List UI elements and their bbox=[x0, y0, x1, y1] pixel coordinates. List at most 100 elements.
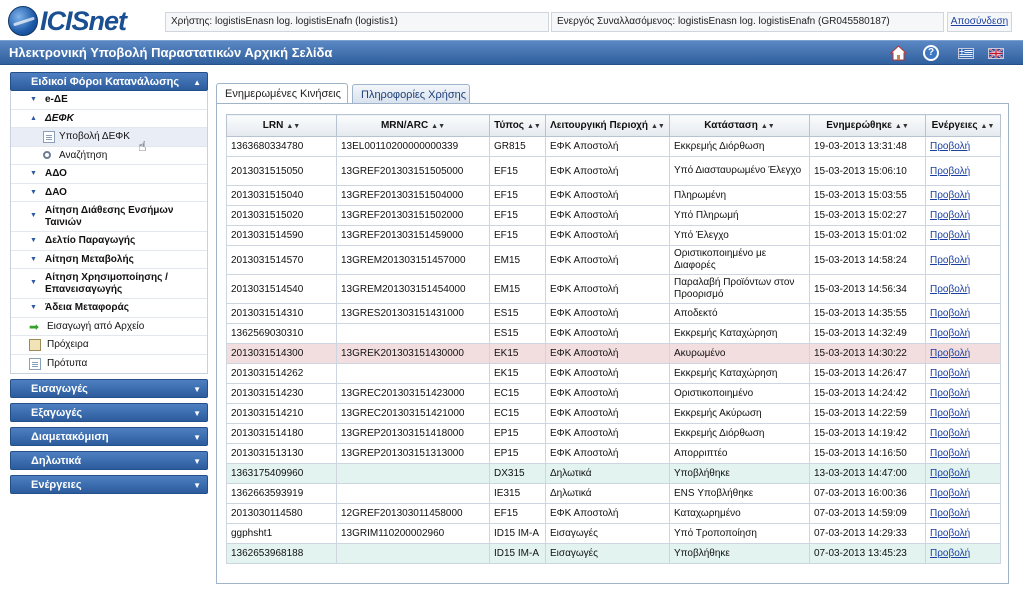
sidebar-item-templates[interactable]: Πρότυπα bbox=[11, 355, 207, 374]
cell-lrn: 2013031514590 bbox=[226, 225, 337, 246]
view-link[interactable]: Προβολή bbox=[930, 255, 970, 266]
column-header-area[interactable]: Λειτουργική Περιοχή ▲▼ bbox=[545, 114, 670, 137]
cell-status: Εκκρεμής Ακύρωση bbox=[669, 403, 810, 424]
home-icon[interactable] bbox=[889, 44, 907, 62]
sidebar-item-deltio[interactable]: ▼ Δελτίο Παραγωγής bbox=[11, 232, 207, 251]
sidebar-section-manifests[interactable]: Δηλωτικά ▼ bbox=[10, 451, 208, 470]
view-link[interactable]: Προβολή bbox=[930, 368, 970, 379]
cell-status: Εκκρεμής Καταχώρηση bbox=[669, 323, 810, 344]
sidebar-item-dao[interactable]: ▼ ΔΑΟ bbox=[11, 184, 207, 202]
view-link[interactable]: Προβολή bbox=[930, 141, 970, 152]
sidebar-item-import-file[interactable]: ➡ Εισαγωγή από Αρχείο bbox=[11, 318, 207, 336]
view-link[interactable]: Προβολή bbox=[930, 308, 970, 319]
cell-action: Προβολή bbox=[925, 343, 1001, 364]
sidebar-item-adeia[interactable]: ▼ Άδεια Μεταφοράς bbox=[11, 299, 207, 318]
view-link[interactable]: Προβολή bbox=[930, 348, 970, 359]
view-link[interactable]: Προβολή bbox=[930, 284, 970, 295]
view-link[interactable]: Προβολή bbox=[930, 166, 970, 177]
cell-area: ΕΦΚ Αποστολή bbox=[545, 383, 670, 404]
cell-type: EF15 bbox=[489, 156, 546, 186]
column-header-actions[interactable]: Ενέργειες ▲▼ bbox=[925, 114, 1001, 137]
sidebar-item-label: e-ΔΕ bbox=[45, 94, 68, 105]
cell-action: Προβολή bbox=[925, 136, 1001, 157]
cell-status: Εκκρεμής Διόρθωση bbox=[669, 423, 810, 444]
logout-link[interactable]: Αποσύνδεση bbox=[947, 12, 1012, 32]
cell-mrn bbox=[336, 543, 490, 564]
cell-type: EM15 bbox=[489, 245, 546, 275]
column-header-status[interactable]: Κατάσταση ▲▼ bbox=[669, 114, 810, 137]
cell-type: ES15 bbox=[489, 323, 546, 344]
view-link[interactable]: Προβολή bbox=[930, 210, 970, 221]
view-link[interactable]: Προβολή bbox=[930, 548, 970, 559]
cell-type: EP15 bbox=[489, 423, 546, 444]
uk-flag-icon[interactable] bbox=[987, 44, 1005, 62]
view-link[interactable]: Προβολή bbox=[930, 190, 970, 201]
view-link[interactable]: Προβολή bbox=[930, 328, 970, 339]
cell-updated: 15-03-2013 14:19:42 bbox=[809, 423, 926, 444]
sidebar-item-aitisi-xrisimopoiisis[interactable]: ▼ Αίτηση Χρησιμοποίησης / Επανεισαγωγής bbox=[11, 269, 207, 299]
cell-action: Προβολή bbox=[925, 423, 1001, 444]
greek-flag-icon[interactable] bbox=[957, 44, 975, 62]
cell-lrn: 2013030114580 bbox=[226, 503, 337, 524]
sidebar-item-ede[interactable]: ▼ e-ΔΕ bbox=[11, 91, 207, 110]
sidebar-item-drafts[interactable]: Πρόχειρα bbox=[11, 336, 207, 355]
sidebar-item-defk-submit[interactable]: Υποβολή ΔΕΦΚ bbox=[11, 128, 207, 147]
view-link[interactable]: Προβολή bbox=[930, 230, 970, 241]
cell-status: Υποβλήθηκε bbox=[669, 543, 810, 564]
column-header-type[interactable]: Τύπος ▲▼ bbox=[489, 114, 546, 137]
column-header-lrn[interactable]: LRN ▲▼ bbox=[226, 114, 337, 137]
cell-action: Προβολή bbox=[925, 245, 1001, 275]
cell-status: Οριστικοποιημένο με Διαφορές bbox=[669, 245, 810, 275]
cell-type: ES15 bbox=[489, 303, 546, 324]
column-header-updated[interactable]: Ενημερώθηκε ▲▼ bbox=[809, 114, 926, 137]
view-link[interactable]: Προβολή bbox=[930, 488, 970, 499]
sidebar-section-actions[interactable]: Ενέργειες ▼ bbox=[10, 475, 208, 494]
expand-arrow-icon: ▼ bbox=[30, 279, 37, 286]
sort-icon: ▲▼ bbox=[980, 123, 995, 130]
expand-arrow-icon: ▼ bbox=[193, 409, 201, 418]
cell-updated: 15-03-2013 14:56:34 bbox=[809, 274, 926, 304]
cell-status: Υπό Πληρωμή bbox=[669, 205, 810, 226]
cell-action: Προβολή bbox=[925, 363, 1001, 384]
cell-mrn: 13GREM201303151457000 bbox=[336, 245, 490, 275]
sidebar-section-transit[interactable]: Διαμετακόμιση ▼ bbox=[10, 427, 208, 446]
cell-area: ΕΦΚ Αποστολή bbox=[545, 274, 670, 304]
column-header-mrn[interactable]: MRN/ARC ▲▼ bbox=[336, 114, 490, 137]
collapse-arrow-icon: ▲ bbox=[30, 114, 37, 122]
cell-area: ΕΦΚ Αποστολή bbox=[545, 443, 670, 464]
sidebar-section-imports[interactable]: Εισαγωγές ▼ bbox=[10, 379, 208, 398]
table-row: 2013031514262 EK15 ΕΦΚ Αποστολή Εκκρεμής Κα… bbox=[226, 363, 1001, 384]
document-icon bbox=[43, 131, 55, 143]
view-link[interactable]: Προβολή bbox=[930, 528, 970, 539]
cell-updated: 19-03-2013 13:31:48 bbox=[809, 136, 926, 157]
cell-area: ΕΦΚ Αποστολή bbox=[545, 136, 670, 157]
cell-updated: 15-03-2013 15:03:55 bbox=[809, 185, 926, 206]
cell-mrn bbox=[336, 323, 490, 344]
sidebar-section-excise[interactable]: Ειδικοί Φόροι Κατανάλωσης ▲ bbox=[10, 72, 208, 91]
sort-icon: ▲▼ bbox=[760, 123, 775, 130]
column-header-label: LRN bbox=[262, 120, 284, 131]
view-link[interactable]: Προβολή bbox=[930, 468, 970, 479]
cell-status: Καταχωρημένο bbox=[669, 503, 810, 524]
view-link[interactable]: Προβολή bbox=[930, 448, 970, 459]
help-icon[interactable]: ? bbox=[922, 44, 940, 62]
sidebar-item-ado[interactable]: ▼ ΑΔΟ bbox=[11, 165, 207, 184]
view-link[interactable]: Προβολή bbox=[930, 428, 970, 439]
sidebar-item-aitisi-diathesis[interactable]: ▼ Αίτηση Διάθεσης Ενσήμων Ταινιών bbox=[11, 202, 207, 232]
view-link[interactable]: Προβολή bbox=[930, 388, 970, 399]
cell-updated: 13-03-2013 14:47:00 bbox=[809, 463, 926, 484]
sidebar-item-defk[interactable]: ▲ ΔΕΦΚ bbox=[11, 110, 207, 128]
view-link[interactable]: Προβολή bbox=[930, 508, 970, 519]
sidebar-section-label: Εξαγωγές bbox=[31, 407, 83, 419]
sidebar-item-search[interactable]: Αναζήτηση bbox=[11, 147, 207, 165]
view-link[interactable]: Προβολή bbox=[930, 408, 970, 419]
tab-usage-info[interactable]: Πληροφορίες Χρήσης bbox=[352, 84, 470, 105]
expand-arrow-icon: ▼ bbox=[193, 481, 201, 490]
sidebar-section-exports[interactable]: Εξαγωγές ▼ bbox=[10, 403, 208, 422]
cell-action: Προβολή bbox=[925, 543, 1001, 564]
cell-mrn: 13GREP201303151418000 bbox=[336, 423, 490, 444]
sidebar-item-aitisi-metavolis[interactable]: ▼ Αίτηση Μεταβολής bbox=[11, 251, 207, 269]
document-icon bbox=[29, 357, 41, 370]
cell-area: ΕΦΚ Αποστολή bbox=[545, 185, 670, 206]
hand-cursor-icon: ☝ bbox=[138, 138, 147, 154]
